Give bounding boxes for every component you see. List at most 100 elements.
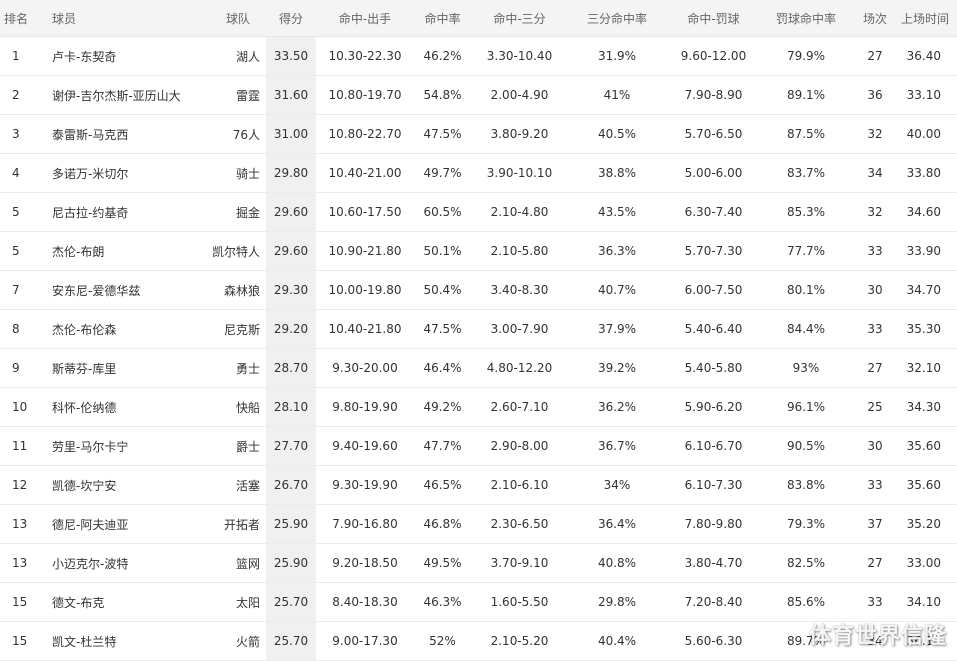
table-row: 15 凯文-杜兰特 火箭 25.70 9.00-17.30 52% 2.10-5.20 40.… xyxy=(0,621,957,661)
cell-3p-made-attempted: 2.30-6.50 xyxy=(471,504,568,544)
cell-3p-pct: 34% xyxy=(568,465,666,505)
cell-player: 泰雷斯-马克西 xyxy=(48,114,208,154)
cell-3p-pct: 31.9% xyxy=(568,36,666,76)
cell-rank: 4 xyxy=(0,153,48,193)
cell-ft-pct: 89.7% xyxy=(761,621,851,661)
cell-team: 掘金 xyxy=(208,192,266,232)
header-fg-pct[interactable]: 命中率 xyxy=(414,0,471,37)
cell-points: 33.50 xyxy=(266,36,316,76)
cell-fg-pct: 46.3% xyxy=(414,582,471,622)
cell-player: 凯文-杜兰特 xyxy=(48,621,208,661)
cell-3p-pct: 36.2% xyxy=(568,387,666,427)
cell-fg-pct: 46.5% xyxy=(414,465,471,505)
cell-minutes: 33.10 xyxy=(899,75,957,115)
cell-player: 科怀-伦纳德 xyxy=(48,387,208,427)
cell-3p-pct: 37.9% xyxy=(568,309,666,349)
table-row: 8 杰伦-布伦森 尼克斯 29.20 10.40-21.80 47.5% 3.00-7.90… xyxy=(0,309,957,349)
header-points[interactable]: 得分 xyxy=(266,0,316,37)
table-row: 5 杰伦-布朗 凯尔特人 29.60 10.90-21.80 50.1% 2.10-5.80… xyxy=(0,231,957,271)
cell-games: 32 xyxy=(851,192,899,232)
cell-ft-pct: 87.5% xyxy=(761,114,851,154)
cell-team: 森林狼 xyxy=(208,270,266,310)
cell-fg-made-attempted: 9.00-17.30 xyxy=(316,621,414,661)
cell-ft-pct: 83.8% xyxy=(761,465,851,505)
cell-3p-made-attempted: 3.30-10.40 xyxy=(471,36,568,76)
cell-fg-made-attempted: 10.40-21.00 xyxy=(316,153,414,193)
cell-rank: 15 xyxy=(0,621,48,661)
cell-fg-pct: 46.2% xyxy=(414,36,471,76)
cell-ft-made-attempted: 6.30-7.40 xyxy=(666,192,761,232)
cell-3p-pct: 39.2% xyxy=(568,348,666,388)
cell-team: 火箭 xyxy=(208,621,266,661)
cell-fg-pct: 52% xyxy=(414,621,471,661)
cell-3p-made-attempted: 1.60-5.50 xyxy=(471,582,568,622)
header-player[interactable]: 球员 xyxy=(48,0,208,37)
cell-ft-made-attempted: 7.80-9.80 xyxy=(666,504,761,544)
cell-minutes: 32.10 xyxy=(899,348,957,388)
cell-player: 小迈克尔-波特 xyxy=(48,543,208,583)
cell-fg-made-attempted: 9.30-19.90 xyxy=(316,465,414,505)
header-3p-pct[interactable]: 三分命中率 xyxy=(568,0,666,37)
header-fg-made-attempted[interactable]: 命中-出手 xyxy=(316,0,414,37)
cell-3p-pct: 41% xyxy=(568,75,666,115)
cell-minutes: 36.40 xyxy=(899,36,957,76)
cell-ft-made-attempted: 5.70-7.30 xyxy=(666,231,761,271)
header-rank[interactable]: 排名 xyxy=(0,0,48,37)
cell-team: 快船 xyxy=(208,387,266,427)
cell-3p-pct: 36.7% xyxy=(568,426,666,466)
cell-3p-made-attempted: 3.90-10.10 xyxy=(471,153,568,193)
cell-minutes: 33.90 xyxy=(899,231,957,271)
header-games[interactable]: 场次 xyxy=(851,0,899,37)
cell-player: 卢卡-东契奇 xyxy=(48,36,208,76)
cell-ft-pct: 80.1% xyxy=(761,270,851,310)
cell-fg-made-attempted: 10.00-19.80 xyxy=(316,270,414,310)
cell-points: 28.10 xyxy=(266,387,316,427)
cell-points: 27.70 xyxy=(266,426,316,466)
header-team[interactable]: 球队 xyxy=(208,0,266,37)
cell-minutes: 40.00 xyxy=(899,114,957,154)
cell-ft-pct: 77.7% xyxy=(761,231,851,271)
cell-fg-made-attempted: 9.20-18.50 xyxy=(316,543,414,583)
cell-player: 斯蒂芬-库里 xyxy=(48,348,208,388)
cell-fg-made-attempted: 10.80-22.70 xyxy=(316,114,414,154)
cell-3p-pct: 40.5% xyxy=(568,114,666,154)
cell-player: 安东尼-爱德华兹 xyxy=(48,270,208,310)
header-minutes[interactable]: 上场时间 xyxy=(899,0,957,37)
cell-rank: 12 xyxy=(0,465,48,505)
cell-player: 杰伦-布朗 xyxy=(48,231,208,271)
cell-points: 29.30 xyxy=(266,270,316,310)
header-ft-made-attempted[interactable]: 命中-罚球 xyxy=(666,0,761,37)
cell-games: 33 xyxy=(851,309,899,349)
cell-games: 33 xyxy=(851,582,899,622)
table-row: 4 多诺万-米切尔 骑士 29.80 10.40-21.00 49.7% 3.90-10.1… xyxy=(0,153,957,193)
cell-3p-made-attempted: 2.10-5.20 xyxy=(471,621,568,661)
cell-points: 31.00 xyxy=(266,114,316,154)
header-3p-made-attempted[interactable]: 命中-三分 xyxy=(471,0,568,37)
cell-rank: 11 xyxy=(0,426,48,466)
cell-games: 33 xyxy=(851,231,899,271)
cell-3p-made-attempted: 3.00-7.90 xyxy=(471,309,568,349)
cell-minutes: 34.70 xyxy=(899,270,957,310)
cell-minutes: 36.10 xyxy=(899,621,957,661)
cell-ft-made-attempted: 6.10-7.30 xyxy=(666,465,761,505)
cell-3p-made-attempted: 2.60-7.10 xyxy=(471,387,568,427)
table-row: 12 凯德-坎宁安 活塞 26.70 9.30-19.90 46.5% 2.10-6.10 3… xyxy=(0,465,957,505)
cell-3p-pct: 36.3% xyxy=(568,231,666,271)
cell-games: 27 xyxy=(851,36,899,76)
table-row: 13 小迈克尔-波特 篮网 25.90 9.20-18.50 49.5% 3.70-9.10… xyxy=(0,543,957,583)
cell-fg-made-attempted: 10.40-21.80 xyxy=(316,309,414,349)
cell-rank: 3 xyxy=(0,114,48,154)
table-row: 2 谢伊-吉尔杰斯-亚历山大 雷霆 31.60 10.80-19.70 54.8% 2.00… xyxy=(0,75,957,115)
cell-3p-pct: 43.5% xyxy=(568,192,666,232)
cell-minutes: 35.60 xyxy=(899,426,957,466)
table-row: 1 卢卡-东契奇 湖人 33.50 10.30-22.30 46.2% 3.30-10.40… xyxy=(0,36,957,76)
cell-points: 25.70 xyxy=(266,621,316,661)
header-ft-pct[interactable]: 罚球命中率 xyxy=(761,0,851,37)
cell-3p-made-attempted: 2.10-4.80 xyxy=(471,192,568,232)
cell-points: 29.60 xyxy=(266,192,316,232)
cell-team: 太阳 xyxy=(208,582,266,622)
cell-rank: 7 xyxy=(0,270,48,310)
cell-team: 76人 xyxy=(208,114,266,154)
cell-minutes: 33.80 xyxy=(899,153,957,193)
cell-ft-pct: 96.1% xyxy=(761,387,851,427)
